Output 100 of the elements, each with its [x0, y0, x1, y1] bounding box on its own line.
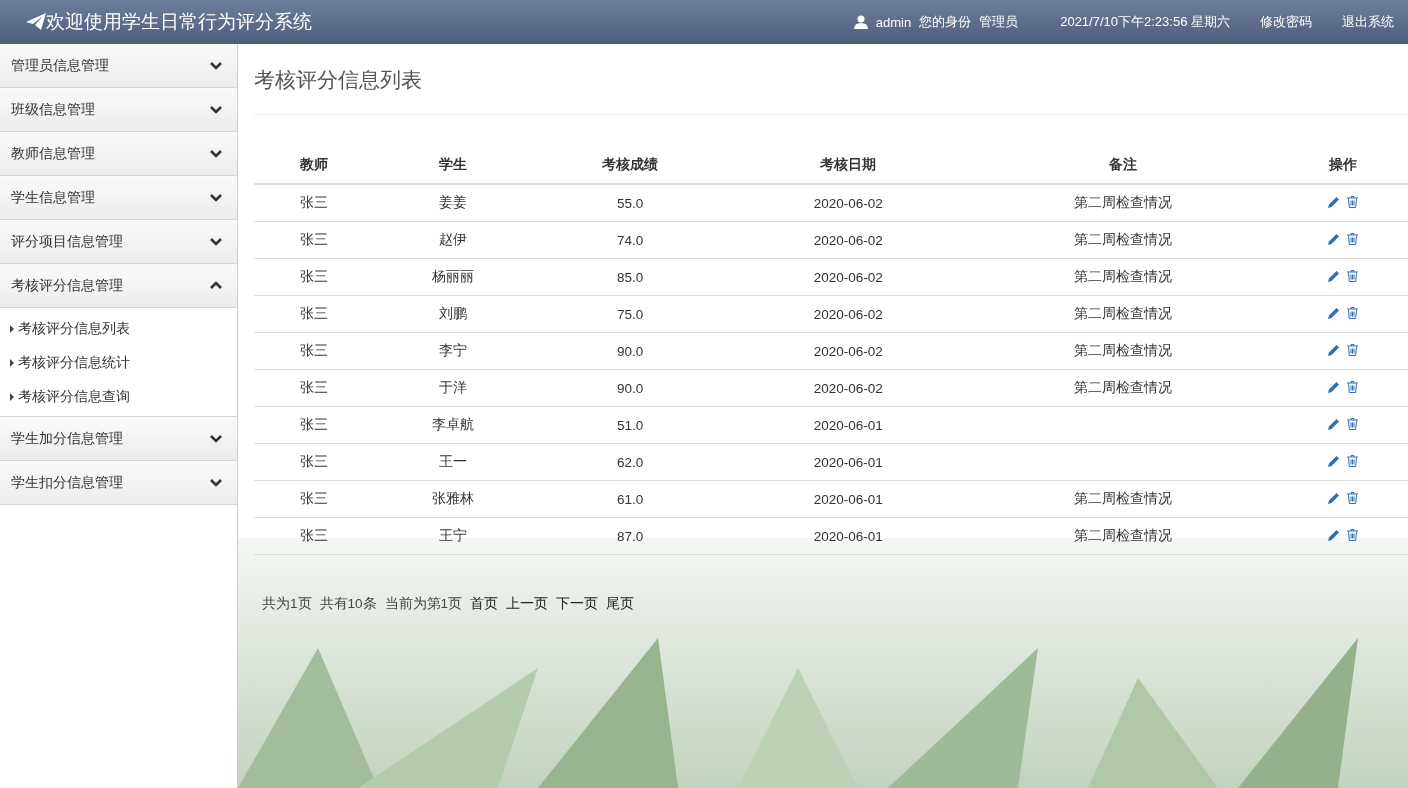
role-label: 您的身份 [919, 13, 972, 31]
sidebar-group[interactable]: 教师信息管理 [0, 132, 237, 176]
table-cell: 于洋 [374, 369, 533, 407]
pagination-link[interactable]: 尾页 [606, 595, 635, 613]
delete-icon[interactable] [1346, 343, 1358, 356]
chevron-down-icon [209, 147, 223, 160]
table-cell: 第二周检查情况 [968, 295, 1278, 333]
table-cell: 姜姜 [374, 184, 533, 222]
username: admin [875, 14, 912, 30]
table-cell: 张三 [254, 221, 374, 259]
table-cell: 2020-06-02 [728, 332, 969, 370]
user-icon [853, 15, 868, 29]
table-cell: 张三 [254, 369, 374, 407]
table-cell: 王一 [374, 443, 533, 481]
table-cell: 2020-06-01 [728, 406, 969, 444]
delete-icon[interactable] [1346, 306, 1358, 319]
table-cell: 2020-06-02 [728, 369, 969, 407]
page-title: 考核评分信息列表 [254, 44, 422, 115]
column-header: 操作 [1277, 147, 1408, 184]
sidebar-item[interactable]: 考核评分信息查询 [0, 380, 130, 414]
caret-icon [10, 325, 14, 333]
edit-icon[interactable] [1327, 491, 1340, 504]
edit-icon[interactable] [1327, 232, 1340, 245]
edit-icon[interactable] [1327, 195, 1340, 208]
table-cell: 王宁 [374, 517, 533, 555]
delete-icon[interactable] [1346, 269, 1358, 282]
header-link[interactable]: 退出系统 [1342, 13, 1394, 31]
sidebar-group[interactable]: 评分项目信息管理 [0, 220, 237, 264]
table-cell: 2020-06-02 [728, 221, 969, 259]
sidebar-item[interactable]: 考核评分信息列表 [0, 312, 130, 346]
app-title: 欢迎使用学生日常行为评分系统 [46, 10, 312, 34]
delete-icon[interactable] [1346, 454, 1358, 467]
pagination-link[interactable]: 首页 [470, 595, 499, 613]
table-cell: 第二周检查情况 [968, 480, 1278, 518]
caret-icon [10, 359, 14, 367]
delete-icon[interactable] [1346, 528, 1358, 541]
table-cell: 2020-06-01 [728, 480, 969, 518]
table-cell: 张三 [254, 184, 374, 222]
caret-icon [10, 393, 14, 401]
table-cell: 75.0 [532, 295, 729, 333]
sidebar-group[interactable]: 班级信息管理 [0, 88, 237, 132]
edit-icon[interactable] [1327, 417, 1340, 430]
table-cell: 张三 [254, 517, 374, 555]
table-cell: 第二周检查情况 [968, 332, 1278, 370]
table-cell: 2020-06-01 [728, 443, 969, 481]
table-cell: 张三 [254, 295, 374, 333]
table-cell: 刘鹏 [374, 295, 533, 333]
table-cell: 2020-06-02 [728, 258, 969, 296]
pagination-link[interactable]: 下一页 [556, 595, 599, 613]
table-cell: 87.0 [532, 517, 729, 555]
table-cell: 杨丽丽 [374, 258, 533, 296]
table-cell: 赵伊 [374, 221, 533, 259]
table-cell: 张三 [254, 332, 374, 370]
table-cell: 张雅林 [374, 480, 533, 518]
column-header: 考核日期 [728, 147, 969, 184]
table-cell: 第二周检查情况 [968, 517, 1278, 555]
table-cell: 李卓航 [374, 406, 533, 444]
chevron-down-icon [209, 235, 223, 248]
column-header: 考核成绩 [532, 147, 729, 184]
table-cell: 2020-06-02 [728, 295, 969, 333]
table-cell: 55.0 [532, 184, 729, 222]
table-cell: 第二周检查情况 [968, 369, 1278, 407]
pagination-info: 当前为第1页 [384, 595, 463, 613]
role-value: 管理员 [979, 13, 1019, 31]
table-cell: 张三 [254, 443, 374, 481]
table-cell: 2020-06-01 [728, 517, 969, 555]
delete-icon[interactable] [1346, 417, 1358, 430]
table-cell: 61.0 [532, 480, 729, 518]
edit-icon[interactable] [1327, 343, 1340, 356]
sidebar-group[interactable]: 考核评分信息管理 [0, 264, 237, 308]
table-cell: 85.0 [532, 258, 729, 296]
pagination-info: 共有10条 [319, 595, 377, 613]
pagination-link[interactable]: 上一页 [506, 595, 549, 613]
edit-icon[interactable] [1327, 306, 1340, 319]
table-cell: 51.0 [532, 406, 729, 444]
table-cell: 90.0 [532, 369, 729, 407]
paper-plane-icon [26, 13, 46, 31]
sidebar-group[interactable]: 学生扣分信息管理 [0, 461, 237, 505]
edit-icon[interactable] [1327, 454, 1340, 467]
datetime: 2021/7/10下午2:23:56 星期六 [1060, 13, 1230, 31]
table-cell: 62.0 [532, 443, 729, 481]
edit-icon[interactable] [1327, 269, 1340, 282]
edit-icon[interactable] [1327, 528, 1340, 541]
delete-icon[interactable] [1346, 195, 1358, 208]
table-cell: 第二周检查情况 [968, 221, 1278, 259]
sidebar-group[interactable]: 学生加分信息管理 [0, 417, 237, 461]
sidebar-group[interactable]: 学生信息管理 [0, 176, 237, 220]
sidebar-item[interactable]: 考核评分信息统计 [0, 346, 130, 380]
delete-icon[interactable] [1346, 380, 1358, 393]
delete-icon[interactable] [1346, 232, 1358, 245]
chevron-down-icon [209, 103, 223, 116]
column-header: 学生 [374, 147, 533, 184]
chevron-down-icon [209, 191, 223, 204]
chevron-down-icon [209, 59, 223, 72]
delete-icon[interactable] [1346, 491, 1358, 504]
table-cell: 90.0 [532, 332, 729, 370]
edit-icon[interactable] [1327, 380, 1340, 393]
header-link[interactable]: 修改密码 [1260, 13, 1312, 31]
sidebar-group[interactable]: 管理员信息管理 [0, 44, 237, 88]
table-cell: 2020-06-02 [728, 184, 969, 222]
